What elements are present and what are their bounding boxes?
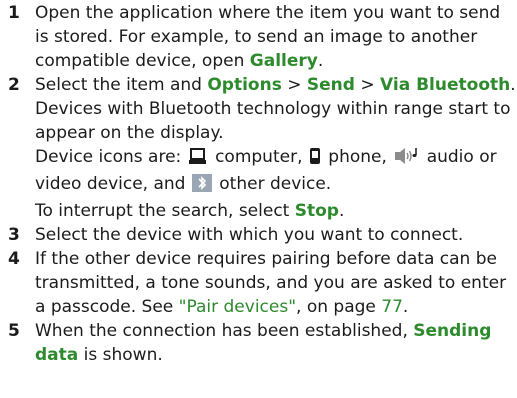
step-number: 4 <box>8 249 20 269</box>
step-number: 2 <box>8 75 20 95</box>
computer-icon <box>188 148 208 172</box>
step-4: 4 If the other device requires pairing b… <box>8 249 507 317</box>
gallery-label: Gallery <box>249 51 318 71</box>
step-5: 5 When the connection has been establish… <box>8 321 492 365</box>
page-link[interactable]: 77 <box>381 297 403 317</box>
step-number: 1 <box>8 3 20 23</box>
stop-label: Stop <box>294 201 339 221</box>
instruction-list: 1 Open the application where the item yo… <box>0 0 517 367</box>
send-label: Send <box>306 75 355 95</box>
bluetooth-icon <box>191 174 212 199</box>
step-1: 1 Open the application where the item yo… <box>8 3 501 71</box>
pair-devices-link[interactable]: "Pair devices" <box>179 297 296 317</box>
step-number: 5 <box>8 321 20 341</box>
step-text: When the connection has been established… <box>35 321 414 341</box>
phone-icon <box>309 147 321 172</box>
audio-video-icon <box>393 147 419 172</box>
step-3: 3 Select the device with which you want … <box>0 223 517 247</box>
via-bluetooth-label: Via Bluetooth <box>380 75 511 95</box>
step-number: 3 <box>8 225 20 245</box>
step-text: Select the device with which you want to… <box>35 225 464 245</box>
options-label: Options <box>207 75 282 95</box>
step-text: Devices with Bluetooth technology within… <box>35 99 511 143</box>
step-2: 2 Select the item and Options > Send > V… <box>8 75 516 221</box>
step-text: Select the item and <box>35 75 208 95</box>
